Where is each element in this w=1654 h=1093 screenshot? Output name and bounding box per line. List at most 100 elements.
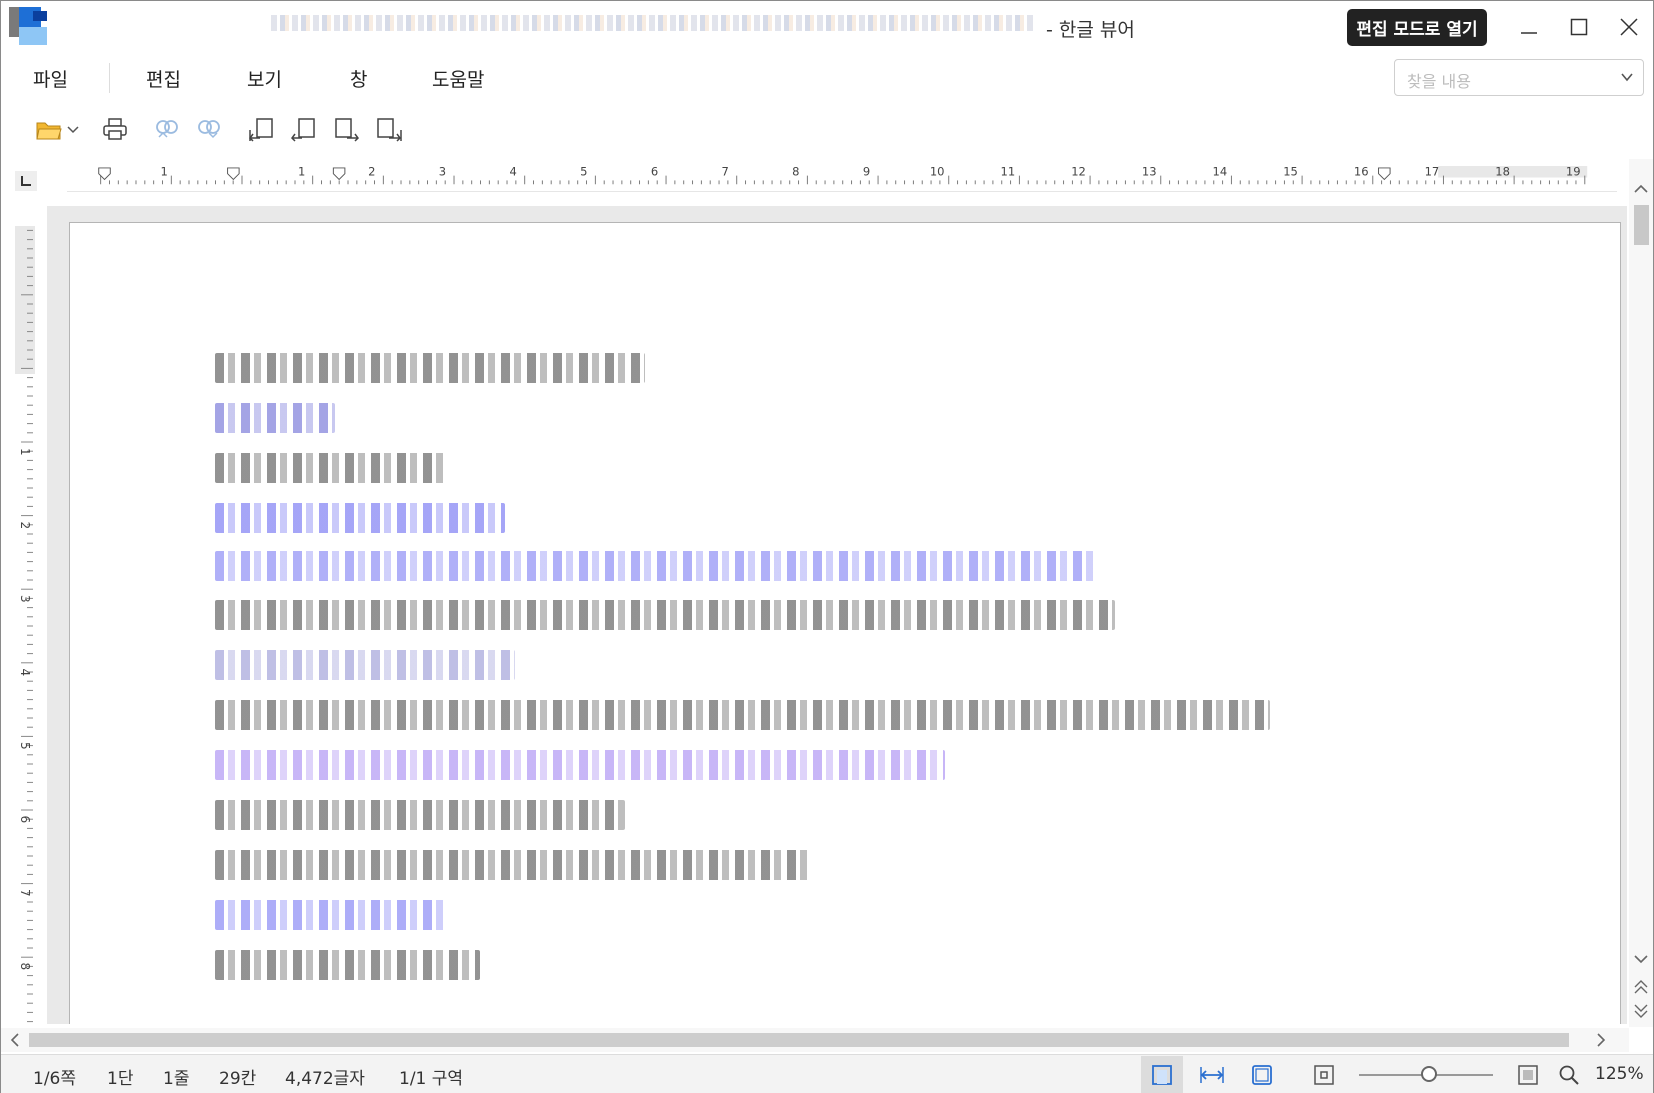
indent-right-icon xyxy=(335,118,359,142)
open-dropdown-button[interactable] xyxy=(63,111,83,147)
open-button[interactable] xyxy=(31,111,67,147)
minimize-icon xyxy=(1521,32,1537,34)
outdent-right-button[interactable] xyxy=(371,111,407,147)
zoom-slider-knob[interactable] xyxy=(1421,1066,1437,1082)
status-page[interactable]: 1/6쪽 xyxy=(33,1064,76,1089)
document-line xyxy=(215,850,810,880)
document-line xyxy=(215,551,1095,581)
next-page-icon[interactable] xyxy=(1629,1001,1653,1021)
document-line xyxy=(215,600,1115,630)
previous-page-icon[interactable] xyxy=(1629,977,1653,997)
document-line xyxy=(215,650,515,680)
ruler-tick-label: 1 xyxy=(298,166,305,179)
link-button[interactable] xyxy=(149,111,185,147)
scroll-down-icon[interactable] xyxy=(1629,949,1653,969)
maximize-button[interactable] xyxy=(1559,9,1599,45)
actual-size-button[interactable] xyxy=(1303,1056,1345,1093)
outdent-left-button[interactable] xyxy=(286,111,322,147)
edit-mode-button[interactable]: 편집 모드로 열기 xyxy=(1347,9,1487,46)
document-line xyxy=(215,353,645,383)
horizontal-scroll-thumb[interactable] xyxy=(29,1033,1569,1047)
document-line xyxy=(215,800,625,830)
window-title: - 한글 뷰어 xyxy=(1046,19,1135,41)
ruler-tick-label: 17 xyxy=(1425,166,1440,179)
status-cell: 29칸 xyxy=(219,1069,257,1089)
tab-type-selector[interactable] xyxy=(15,171,37,191)
chevron-down-icon[interactable] xyxy=(1619,69,1635,85)
ruler-tick-label: 5 xyxy=(580,166,587,179)
menu-separator xyxy=(109,63,110,93)
menu-view[interactable]: 보기 xyxy=(247,65,282,92)
ruler-tick-label: 19 xyxy=(1566,166,1581,179)
document-line xyxy=(215,403,335,433)
indent-right-button[interactable] xyxy=(329,111,365,147)
ruler-tick-label: 18 xyxy=(1495,166,1510,179)
find-placeholder: 찾을 내용 xyxy=(1407,72,1471,91)
page-view-icon xyxy=(1152,1065,1172,1085)
scroll-left-icon[interactable] xyxy=(5,1028,25,1052)
document-filename-blurred xyxy=(271,15,1036,31)
ruler-tick-label: 10 xyxy=(930,166,945,179)
vertical-ruler[interactable]: 1 2 3 4 5 6 7 8 xyxy=(15,226,35,1026)
ruler-tick-label: 14 xyxy=(1213,166,1228,179)
ruler-tick-label: 16 xyxy=(1354,166,1369,179)
open-folder-icon xyxy=(36,122,62,140)
close-icon xyxy=(1620,18,1638,36)
document-line xyxy=(215,700,1270,730)
status-column: 1단 xyxy=(107,1069,134,1089)
outdent-right-icon xyxy=(377,118,402,142)
fit-page-button[interactable] xyxy=(1241,1056,1283,1093)
maximize-icon xyxy=(1570,18,1588,36)
ruler-tick-label: 12 xyxy=(1071,166,1086,179)
unlink-icon xyxy=(198,120,220,139)
ruler-tick-label: 4 xyxy=(18,669,32,677)
close-button[interactable] xyxy=(1609,9,1649,45)
scroll-up-icon[interactable] xyxy=(1629,179,1653,199)
status-line: 1줄 xyxy=(163,1069,190,1089)
status-bar: 1/6쪽 1단 1줄 29칸 4,472글자 1/1 구역 125% xyxy=(1,1054,1653,1093)
actual-size-icon xyxy=(1314,1065,1334,1085)
title-bar: - 한글 뷰어 편집 모드로 열기 xyxy=(1,1,1653,53)
ruler-tick-label: 2 xyxy=(368,166,375,179)
ruler-tick-label: 7 xyxy=(18,889,32,897)
ruler-tick-label: 6 xyxy=(651,166,658,179)
document-line xyxy=(215,750,945,780)
vertical-scrollbar[interactable] xyxy=(1629,159,1653,1027)
ruler-tick-label: 3 xyxy=(439,166,446,179)
toolbar xyxy=(1,109,1653,151)
ruler-tick-label: 1 xyxy=(160,166,167,179)
vertical-scroll-thumb[interactable] xyxy=(1634,205,1649,245)
document-viewport[interactable] xyxy=(47,206,1627,1024)
ruler-tick-label: 8 xyxy=(792,166,799,179)
indent-left-icon xyxy=(249,118,273,142)
minimize-button[interactable] xyxy=(1509,9,1549,45)
unlink-button[interactable] xyxy=(191,111,227,147)
print-button[interactable] xyxy=(97,111,133,147)
fit-width-button[interactable] xyxy=(1191,1056,1233,1093)
menu-edit[interactable]: 편집 xyxy=(146,65,181,92)
status-section: 1/1 구역 xyxy=(399,1069,464,1089)
find-input[interactable]: 찾을 내용 xyxy=(1394,59,1644,96)
horizontal-scrollbar[interactable] xyxy=(1,1028,1629,1052)
ruler-tick-label: 15 xyxy=(1283,166,1298,179)
zoom-button[interactable] xyxy=(1554,1056,1584,1093)
menu-window[interactable]: 창 xyxy=(350,65,367,92)
zoom-level[interactable]: 125% xyxy=(1595,1064,1644,1084)
scroll-right-icon[interactable] xyxy=(1591,1028,1611,1052)
menu-help[interactable]: 도움말 xyxy=(432,65,484,92)
ruler-tick-label: 9 xyxy=(863,166,870,179)
ruler-tick-label: 2 xyxy=(18,522,32,530)
ruler-tick-label: 13 xyxy=(1142,166,1157,179)
ruler-tick-label: 1 xyxy=(18,448,32,456)
link-icon xyxy=(156,120,178,138)
document-line xyxy=(215,453,445,483)
horizontal-ruler[interactable]: 1 1 2 3 4 5 6 7 8 9 10 11 12 13 14 15 16 17 18 19 xyxy=(67,166,1617,192)
document-line xyxy=(215,900,445,930)
fit-width-icon xyxy=(1200,1067,1224,1083)
zoom-fit-button[interactable] xyxy=(1507,1056,1549,1093)
indent-left-button[interactable] xyxy=(244,111,280,147)
ruler-tick-label: 7 xyxy=(722,166,729,179)
page-view-button[interactable] xyxy=(1141,1056,1183,1093)
menu-file[interactable]: 파일 xyxy=(33,65,68,92)
hwp-viewer-window: - 한글 뷰어 편집 모드로 열기 파일 편집 보기 창 도움말 찾을 내용 1… xyxy=(0,0,1654,1093)
